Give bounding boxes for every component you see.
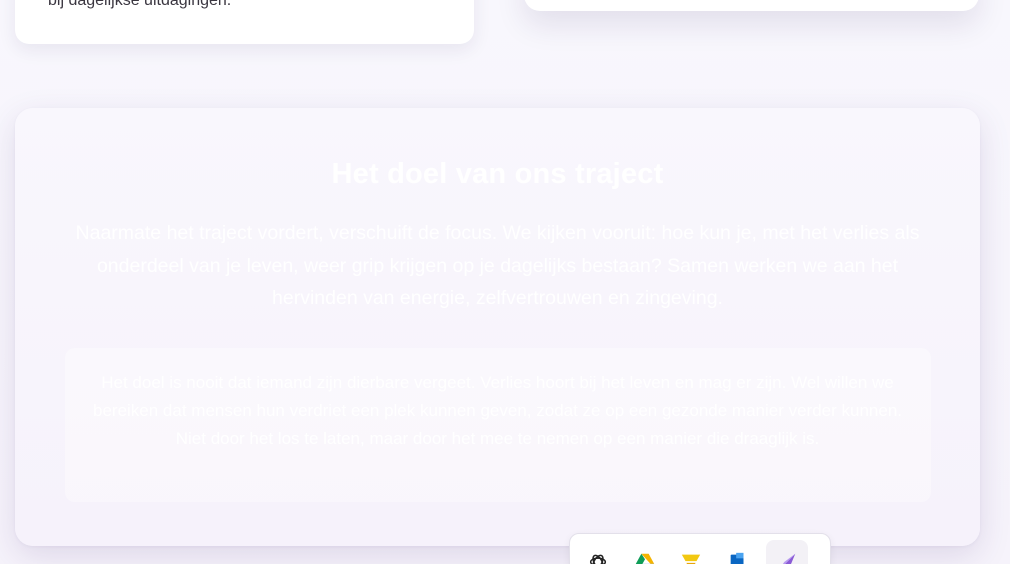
- app-dock: [569, 533, 831, 564]
- goal-section-intro: Naarmate het traject vordert, verschuift…: [75, 222, 920, 309]
- power-bi-icon[interactable]: [679, 551, 704, 564]
- openai-icon[interactable]: [586, 551, 611, 564]
- page: bij dagelijkse uitdagingen. Het doel van…: [0, 0, 1010, 564]
- azure-icon[interactable]: [726, 551, 751, 564]
- info-card-left: bij dagelijkse uitdagingen.: [15, 0, 474, 44]
- pen-tool-icon[interactable]: [766, 540, 808, 564]
- goal-section-card: Het doel van ons traject Naarmate het tr…: [15, 108, 980, 546]
- info-card-text: bij dagelijkse uitdagingen.: [48, 0, 232, 9]
- goal-section-title: Het doel van ons traject: [331, 158, 664, 190]
- goal-section-quote: Het doel is nooit dat iemand zijn dierba…: [64, 347, 931, 502]
- info-card-right: [524, 0, 979, 11]
- google-drive-icon[interactable]: [633, 551, 658, 564]
